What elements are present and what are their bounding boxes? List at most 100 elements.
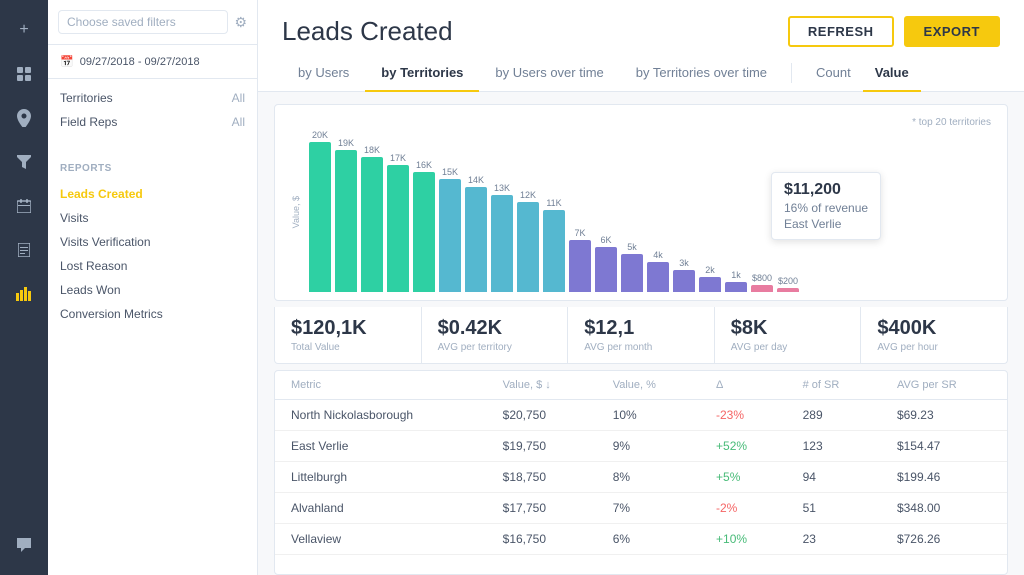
bar-item[interactable]: 7K — [569, 228, 591, 292]
bar-item[interactable]: 17K — [387, 153, 409, 292]
tab-by-users[interactable]: by Users — [282, 55, 365, 92]
cell-avg-sr: $726.26 — [881, 524, 1007, 555]
tab-value[interactable]: Value — [863, 55, 921, 92]
territories-label: Territories — [60, 91, 113, 105]
location-icon[interactable] — [6, 100, 42, 136]
bar-label: $800 — [752, 273, 772, 283]
bar-item[interactable]: 16K — [413, 160, 435, 292]
cell-value: $16,750 — [487, 524, 597, 555]
bar-item[interactable]: 2k — [699, 265, 721, 292]
col-value[interactable]: Value, $ ↓ — [487, 371, 597, 400]
report-leads-created[interactable]: Leads Created — [60, 182, 245, 206]
bar-rect[interactable] — [777, 288, 799, 292]
bar-rect[interactable] — [543, 210, 565, 292]
bar-rect[interactable] — [491, 195, 513, 292]
document-icon[interactable] — [6, 232, 42, 268]
chat-icon[interactable] — [6, 527, 42, 563]
reports-section: REPORTS Leads Created Visits Visits Veri… — [48, 151, 257, 338]
stat-total-value-number: $120,1K — [291, 317, 405, 340]
bar-rect[interactable] — [439, 179, 461, 292]
gear-icon[interactable]: ⚙ — [234, 14, 247, 31]
add-icon[interactable]: + — [6, 12, 42, 48]
filter-icon[interactable] — [6, 144, 42, 180]
bar-item[interactable]: 20K — [309, 130, 331, 292]
bar-rect[interactable] — [517, 202, 539, 292]
grid-icon[interactable] — [6, 56, 42, 92]
sidebar: + — [0, 0, 48, 575]
cell-pct: 10% — [597, 400, 700, 431]
bar-rect[interactable] — [621, 254, 643, 292]
bar-rect[interactable] — [595, 247, 617, 292]
bar-rect[interactable] — [673, 270, 695, 292]
calendar-icon[interactable] — [6, 188, 42, 224]
tab-divider — [791, 63, 792, 83]
table-row: East Verlie $19,750 9% +52% 123 $154.47 — [275, 431, 1007, 462]
bar-item[interactable]: 13K — [491, 183, 513, 292]
cell-change: +10% — [700, 524, 787, 555]
bar-rect[interactable] — [413, 172, 435, 292]
bar-item[interactable]: 18K — [361, 145, 383, 292]
bar-item[interactable]: 14K — [465, 175, 487, 292]
report-visits[interactable]: Visits — [60, 206, 245, 230]
chart-bar-icon[interactable] — [6, 276, 42, 312]
tab-by-users-over-time[interactable]: by Users over time — [479, 55, 619, 92]
report-conversion-metrics[interactable]: Conversion Metrics — [60, 302, 245, 326]
bar-item[interactable]: 19K — [335, 138, 357, 292]
bar-item[interactable]: $800 — [751, 273, 773, 292]
bar-rect[interactable] — [725, 282, 747, 292]
refresh-button[interactable]: REFRESH — [788, 16, 894, 47]
bar-rect[interactable] — [309, 142, 331, 292]
report-leads-won[interactable]: Leads Won — [60, 278, 245, 302]
bar-item[interactable]: 11K — [543, 198, 565, 292]
tab-by-territories[interactable]: by Territories — [365, 55, 479, 92]
stat-avg-territory: $0.42K AVG per territory — [422, 307, 569, 363]
cell-avg-sr: $199.46 — [881, 462, 1007, 493]
bar-rect[interactable] — [465, 187, 487, 292]
territories-value: All — [232, 91, 245, 105]
col-avg-sr[interactable]: AVG per SR — [881, 371, 1007, 400]
stat-avg-hour-label: AVG per hour — [877, 342, 991, 353]
bar-label: 17K — [390, 153, 406, 163]
bar-item[interactable]: 6K — [595, 235, 617, 292]
bar-rect[interactable] — [335, 150, 357, 292]
tab-by-territories-over-time[interactable]: by Territories over time — [620, 55, 783, 92]
bar-rect[interactable] — [569, 240, 591, 292]
export-button[interactable]: EXPORT — [904, 16, 1000, 47]
stat-avg-day-number: $8K — [731, 317, 845, 340]
col-change[interactable]: Δ — [700, 371, 787, 400]
bar-label: 4k — [653, 250, 663, 260]
bar-item[interactable]: 1k — [725, 270, 747, 292]
bar-rect[interactable] — [699, 277, 721, 292]
report-lost-reason[interactable]: Lost Reason — [60, 254, 245, 278]
saved-filters-select[interactable]: Choose saved filters — [58, 10, 228, 34]
bar-item[interactable]: 3k — [673, 258, 695, 292]
stats-row: $120,1K Total Value $0.42K AVG per terri… — [274, 307, 1008, 364]
tooltip-box: $11,200 16% of revenue East Verlie — [771, 172, 881, 240]
cell-value: $18,750 — [487, 462, 597, 493]
col-pct[interactable]: Value, % — [597, 371, 700, 400]
bar-item[interactable]: 15K — [439, 167, 461, 292]
cell-sr: 51 — [787, 493, 881, 524]
bar-rect[interactable] — [387, 165, 409, 292]
chart-area[interactable]: Value, $ 20K19K18K 17K 16K15K14K13K 12K 11K7… — [291, 132, 991, 292]
bar-label: 3k — [679, 258, 689, 268]
bar-item[interactable]: 12K — [517, 190, 539, 292]
stat-avg-month: $12,1 AVG per month — [568, 307, 715, 363]
table-header-row: Metric Value, $ ↓ Value, % Δ # of SR AVG… — [275, 371, 1007, 400]
bar-item[interactable]: 4k — [647, 250, 669, 292]
main-content: Leads Created REFRESH EXPORT by Users by… — [258, 0, 1024, 575]
col-sr[interactable]: # of SR — [787, 371, 881, 400]
cell-value: $19,750 — [487, 431, 597, 462]
y-axis-label: Value, $ — [291, 196, 301, 228]
bar-item[interactable]: 5k — [621, 242, 643, 292]
bar-label: 12K — [520, 190, 536, 200]
table-body: North Nickolasborough $20,750 10% -23% 2… — [275, 400, 1007, 555]
bar-rect[interactable] — [361, 157, 383, 292]
tab-count[interactable]: Count — [804, 55, 863, 92]
cell-metric: North Nickolasborough — [275, 400, 487, 431]
bar-rect[interactable] — [647, 262, 669, 292]
bar-item[interactable]: $200 — [777, 276, 799, 292]
report-visits-verification[interactable]: Visits Verification — [60, 230, 245, 254]
cell-pct: 7% — [597, 493, 700, 524]
bar-rect[interactable] — [751, 285, 773, 292]
